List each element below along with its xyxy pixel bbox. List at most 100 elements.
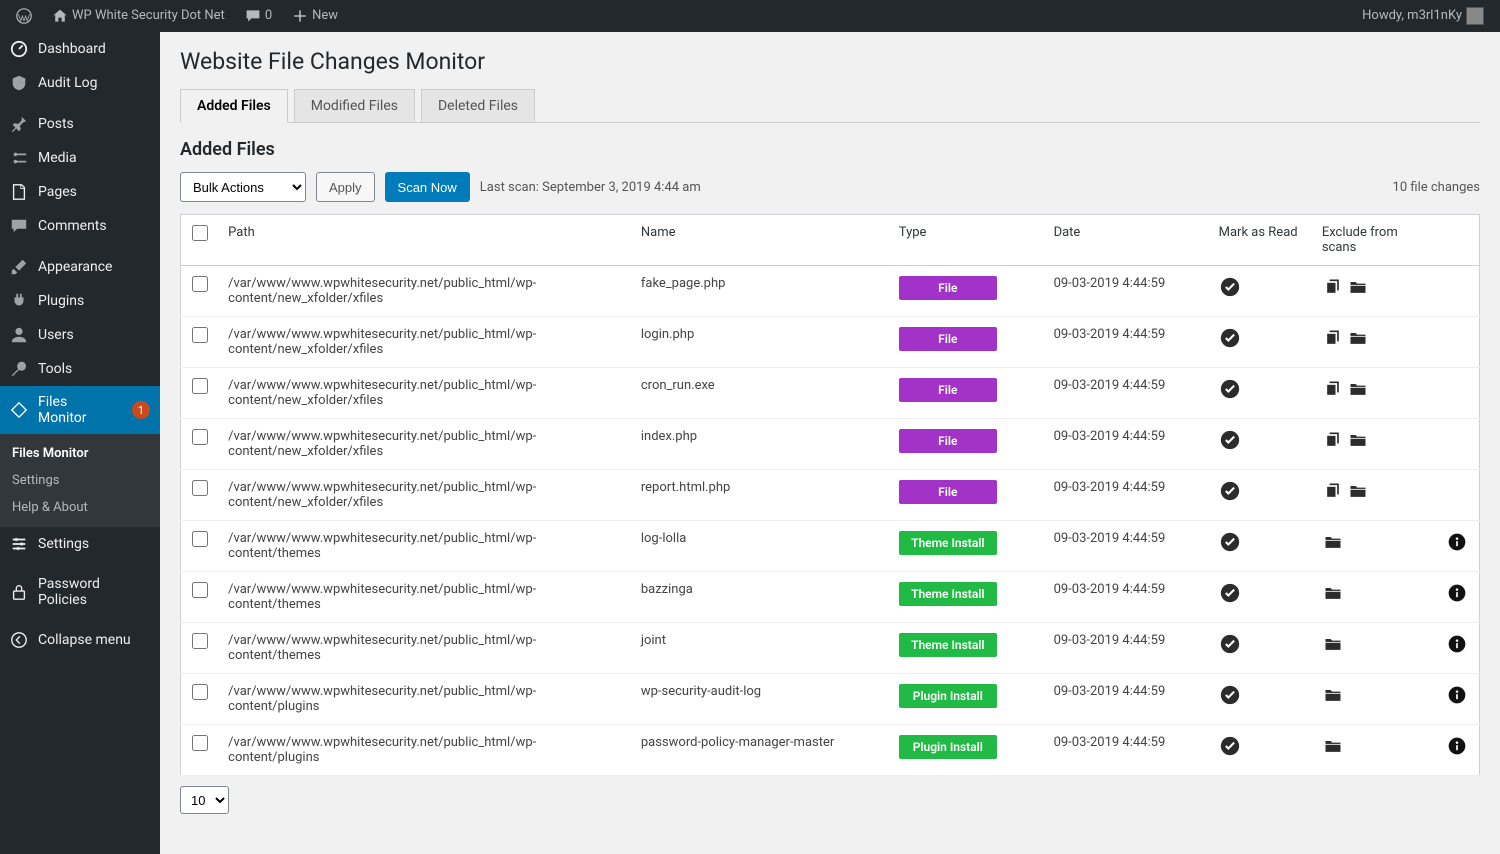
subtitle: Added Files — [180, 139, 1480, 160]
exclude-folder-icon[interactable] — [1347, 429, 1369, 451]
apply-button[interactable]: Apply — [316, 172, 375, 202]
scan-now-button[interactable]: Scan Now — [385, 172, 470, 202]
mark-read-icon[interactable] — [1219, 480, 1241, 502]
mark-read-icon[interactable] — [1219, 531, 1241, 553]
mark-read-icon[interactable] — [1219, 327, 1241, 349]
menu-posts[interactable]: Posts — [0, 107, 160, 141]
mark-read-icon[interactable] — [1219, 735, 1241, 757]
site-name: WP White Security Dot Net — [72, 0, 225, 32]
menu-password-policies[interactable]: Password Policies — [0, 568, 160, 616]
menu-plugins[interactable]: Plugins — [0, 284, 160, 318]
row-name: joint — [631, 623, 889, 674]
tab-added[interactable]: Added Files — [180, 89, 288, 123]
files-table: Path Name Type Date Mark as Read Exclude… — [180, 214, 1480, 776]
exclude-folder-icon[interactable] — [1347, 480, 1369, 502]
site-home-link[interactable]: WP White Security Dot Net — [44, 0, 233, 32]
menu-users[interactable]: Users — [0, 318, 160, 352]
menu-comments[interactable]: Comments — [0, 209, 160, 243]
row-date: 09-03-2019 4:44:59 — [1044, 725, 1209, 776]
exclude-folder-icon[interactable] — [1322, 531, 1344, 553]
row-checkbox[interactable] — [192, 684, 208, 700]
menu-media[interactable]: Media — [0, 141, 160, 175]
table-row: /var/www/www.wpwhitesecurity.net/public_… — [181, 317, 1480, 368]
exclude-folder-icon[interactable] — [1347, 378, 1369, 400]
new-link[interactable]: New — [284, 0, 346, 32]
row-path: /var/www/www.wpwhitesecurity.net/public_… — [218, 266, 631, 317]
menu-filesmonitor-label: Files Monitor — [38, 394, 118, 426]
table-row: /var/www/www.wpwhitesecurity.net/public_… — [181, 419, 1480, 470]
row-date: 09-03-2019 4:44:59 — [1044, 266, 1209, 317]
row-path: /var/www/www.wpwhitesecurity.net/public_… — [218, 470, 631, 521]
tab-modified[interactable]: Modified Files — [294, 89, 415, 122]
menu-pages[interactable]: Pages — [0, 175, 160, 209]
comment-icon — [245, 8, 261, 24]
mark-read-icon[interactable] — [1219, 378, 1241, 400]
row-name: password-policy-manager-master — [631, 725, 889, 776]
col-type: Type — [889, 215, 1044, 266]
menu-appearance[interactable]: Appearance — [0, 250, 160, 284]
mark-read-icon[interactable] — [1219, 429, 1241, 451]
row-checkbox[interactable] — [192, 480, 208, 496]
row-name: fake_page.php — [631, 266, 889, 317]
mark-read-icon[interactable] — [1219, 633, 1241, 655]
row-checkbox[interactable] — [192, 735, 208, 751]
row-checkbox[interactable] — [192, 276, 208, 292]
submenu-filesmonitor[interactable]: Files Monitor — [0, 440, 160, 467]
exclude-file-icon[interactable] — [1322, 327, 1344, 349]
exclude-folder-icon[interactable] — [1322, 735, 1344, 757]
exclude-folder-icon[interactable] — [1347, 327, 1369, 349]
exclude-folder-icon[interactable] — [1322, 684, 1344, 706]
sliders-icon — [10, 535, 28, 553]
row-date: 09-03-2019 4:44:59 — [1044, 674, 1209, 725]
table-row: /var/www/www.wpwhitesecurity.net/public_… — [181, 674, 1480, 725]
filesmonitor-badge: 1 — [132, 401, 150, 419]
menu-dashboard[interactable]: Dashboard — [0, 32, 160, 66]
wp-logo[interactable] — [8, 0, 40, 32]
info-icon[interactable] — [1446, 531, 1468, 553]
submenu-help[interactable]: Help & About — [0, 494, 160, 521]
info-icon[interactable] — [1446, 582, 1468, 604]
exclude-file-icon[interactable] — [1322, 276, 1344, 298]
select-all-checkbox[interactable] — [192, 225, 208, 241]
bulk-actions-select[interactable]: Bulk Actions — [180, 172, 306, 202]
tab-deleted[interactable]: Deleted Files — [421, 89, 535, 122]
type-tag: Plugin Install — [899, 735, 997, 759]
info-icon[interactable] — [1446, 633, 1468, 655]
exclude-folder-icon[interactable] — [1322, 633, 1344, 655]
comments-link[interactable]: 0 — [237, 0, 280, 32]
row-checkbox[interactable] — [192, 582, 208, 598]
mark-read-icon[interactable] — [1219, 684, 1241, 706]
row-checkbox[interactable] — [192, 531, 208, 547]
menu-settings[interactable]: Settings — [0, 527, 160, 561]
row-name: cron_run.exe — [631, 368, 889, 419]
submenu-settings[interactable]: Settings — [0, 467, 160, 494]
row-path: /var/www/www.wpwhitesecurity.net/public_… — [218, 419, 631, 470]
menu-collapse[interactable]: Collapse menu — [0, 623, 160, 657]
account-link[interactable]: Howdy, m3rl1nKy — [1354, 0, 1492, 32]
dashboard-icon — [10, 40, 28, 58]
mark-read-icon[interactable] — [1219, 276, 1241, 298]
wrench-icon — [10, 360, 28, 378]
menu-filesmonitor[interactable]: Files Monitor 1 — [0, 386, 160, 434]
exclude-file-icon[interactable] — [1322, 480, 1344, 502]
info-icon[interactable] — [1446, 735, 1468, 757]
menu-media-label: Media — [38, 150, 77, 166]
row-name: login.php — [631, 317, 889, 368]
exclude-file-icon[interactable] — [1322, 429, 1344, 451]
table-row: /var/www/www.wpwhitesecurity.net/public_… — [181, 470, 1480, 521]
exclude-folder-icon[interactable] — [1322, 582, 1344, 604]
menu-tools[interactable]: Tools — [0, 352, 160, 386]
row-checkbox[interactable] — [192, 327, 208, 343]
mark-read-icon[interactable] — [1219, 582, 1241, 604]
exclude-file-icon[interactable] — [1322, 378, 1344, 400]
row-checkbox[interactable] — [192, 429, 208, 445]
menu-tools-label: Tools — [38, 361, 72, 377]
info-icon[interactable] — [1446, 684, 1468, 706]
menu-auditlog[interactable]: Audit Log — [0, 66, 160, 100]
col-date: Date — [1044, 215, 1209, 266]
per-page-select[interactable]: 10 — [180, 786, 229, 814]
exclude-folder-icon[interactable] — [1347, 276, 1369, 298]
row-checkbox[interactable] — [192, 633, 208, 649]
row-checkbox[interactable] — [192, 378, 208, 394]
menu-appearance-label: Appearance — [38, 259, 112, 275]
